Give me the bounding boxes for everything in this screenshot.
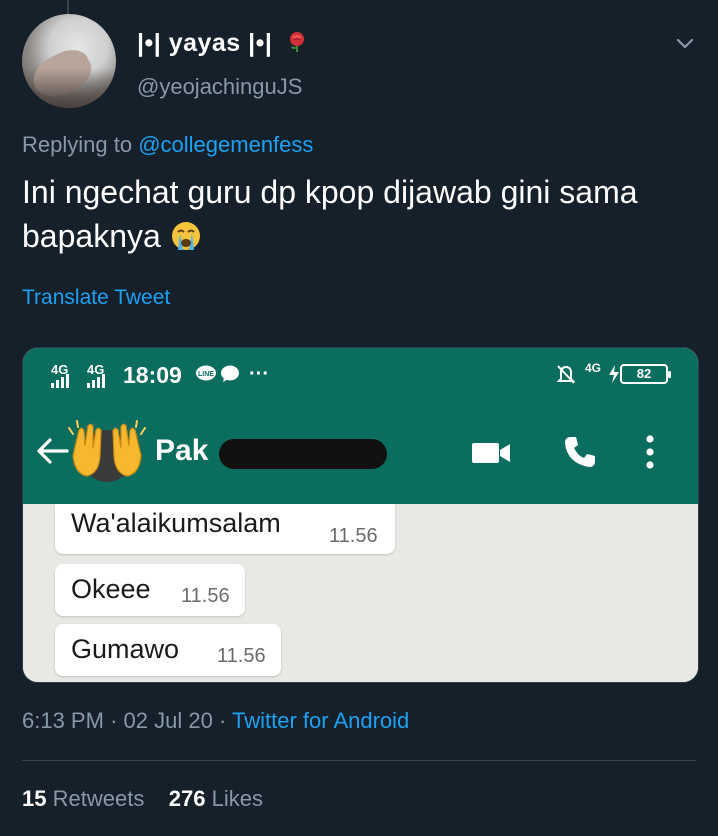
message-bubble[interactable]: Wa'alaikumsalam 11.56: [55, 504, 395, 554]
attached-screenshot[interactable]: 4G 4G 18:09 LINE ··· 4G 82 Pak Wa'alaiku…: [22, 347, 699, 683]
replying-prefix: Replying to: [22, 132, 133, 157]
tweet-source-link[interactable]: Twitter for Android: [232, 708, 409, 733]
whatsapp-header: 4G 4G 18:09 LINE ··· 4G 82 Pak: [23, 348, 698, 504]
meta-separator: ·: [218, 708, 227, 733]
signal-icon: [51, 374, 69, 388]
retweets-stat[interactable]: 15 Retweets: [22, 786, 144, 811]
tweet-header: |•| yayas |•| @yeojachinguJS: [22, 14, 696, 114]
message-icon: [221, 365, 239, 382]
likes-stat[interactable]: 276 Likes: [169, 786, 263, 811]
tweet-stats: 15 Retweets 276 Likes: [22, 786, 263, 812]
message-time: 11.56: [217, 645, 266, 667]
video-call-icon[interactable]: [471, 441, 511, 465]
network-label-3: 4G: [585, 361, 602, 375]
message-bubble[interactable]: Okeee 11.56: [55, 564, 245, 616]
contact-name[interactable]: Pak: [155, 434, 208, 468]
alarm-off-icon: [556, 365, 576, 384]
rose-emoji-icon: [289, 32, 304, 52]
like-label: Likes: [211, 786, 263, 811]
user-handle[interactable]: @yeojachinguJS: [137, 74, 302, 100]
like-count: 276: [168, 786, 206, 811]
svg-text:LINE: LINE: [198, 371, 214, 378]
retweet-label: Retweets: [52, 786, 145, 811]
charging-icon: [609, 365, 619, 383]
tweet-time: 6:13 PM: [22, 708, 104, 733]
tweet-body: Ini ngechat guru dp kpop dijawab gini sa…: [22, 174, 638, 254]
message-time: 11.56: [329, 525, 378, 547]
battery-indicator: 82: [620, 364, 671, 384]
avatar[interactable]: [22, 14, 116, 108]
chevron-down-icon[interactable]: [674, 32, 696, 54]
divider: [22, 760, 696, 761]
tweet-text: Ini ngechat guru dp kpop dijawab gini sa…: [22, 170, 682, 258]
chat-area: Wa'alaikumsalam 11.56 Okeee 11.56 Gumawo…: [23, 504, 698, 682]
chat-toolbar: Pak: [23, 400, 698, 504]
status-time: 18:09: [123, 362, 182, 388]
meta-separator: ·: [110, 708, 118, 733]
message-bubble[interactable]: Gumawo 11.56: [55, 624, 281, 676]
more-notifications: ···: [249, 363, 269, 385]
replying-mention-link[interactable]: @collegemenfess: [138, 132, 313, 157]
translate-tweet-link[interactable]: Translate Tweet: [22, 286, 170, 310]
message-time: 11.56: [181, 585, 230, 607]
retweet-count: 15: [22, 786, 47, 811]
display-name[interactable]: |•| yayas |•|: [137, 29, 308, 58]
phone-call-icon[interactable]: [563, 435, 597, 469]
message-text: Gumawo: [71, 634, 180, 664]
message-text: Okeee: [71, 574, 151, 604]
tweet-date: 02 Jul 20: [123, 708, 213, 733]
replying-to: Replying to @collegemenfess: [22, 132, 313, 158]
chat-bubble-icon: LINE: [196, 365, 216, 381]
display-name-text[interactable]: |•| yayas |•|: [137, 29, 272, 57]
contact-avatar[interactable]: [65, 418, 149, 488]
crying-emoji-icon: [171, 222, 200, 250]
status-bar: 4G 4G 18:09 LINE ··· 4G 82: [23, 348, 698, 400]
tweet-meta: 6:13 PM · 02 Jul 20 · Twitter for Androi…: [22, 708, 409, 734]
signal-icon: [87, 374, 105, 388]
redacted-name: [219, 439, 387, 469]
back-arrow-icon[interactable]: [35, 436, 69, 466]
message-text: Wa'alaikumsalam: [71, 508, 281, 538]
more-options-icon[interactable]: [645, 434, 655, 470]
thread-line: [67, 0, 69, 14]
